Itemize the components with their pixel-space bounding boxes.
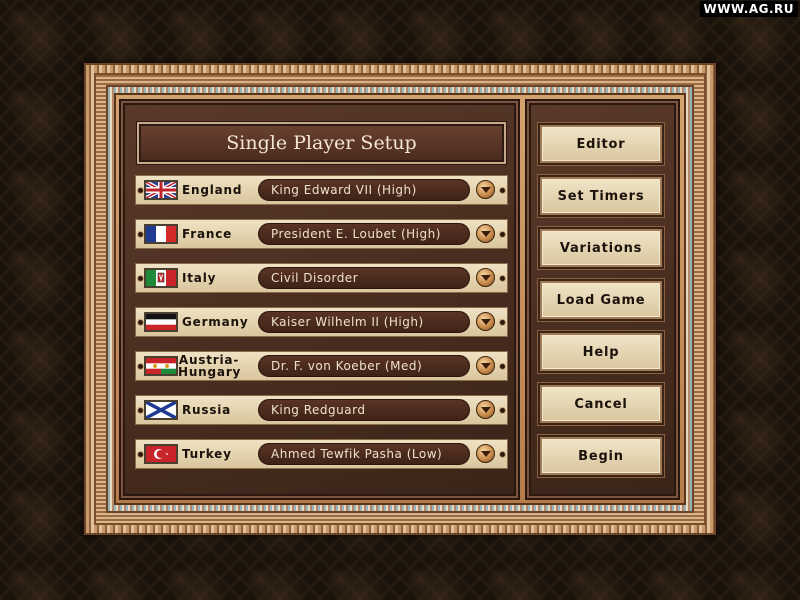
cancel-button-label: Cancel xyxy=(574,396,628,412)
nation-name: France xyxy=(182,227,233,241)
set-timers-button-label: Set Timers xyxy=(557,188,645,204)
nation-row-france: France President E. Loubet (High) xyxy=(135,219,508,249)
set-timers-button[interactable]: Set Timers xyxy=(538,175,664,217)
nation-name: England xyxy=(182,183,243,197)
watermark: WWW.AG.RU xyxy=(699,1,798,17)
italian-flag-icon xyxy=(144,268,178,288)
rivet-icon xyxy=(499,231,506,238)
load-game-button[interactable]: Load Game xyxy=(538,279,664,321)
help-button-label: Help xyxy=(582,344,620,360)
ottoman-crescent-flag-icon xyxy=(144,444,178,464)
leader-select[interactable]: Civil Disorder xyxy=(258,267,470,289)
leader-select[interactable]: President E. Loubet (High) xyxy=(258,223,470,245)
chevron-down-icon[interactable] xyxy=(476,356,495,375)
rivet-icon xyxy=(499,187,506,194)
rivet-icon xyxy=(137,363,144,370)
begin-button-label: Begin xyxy=(578,448,624,464)
editor-button-label: Editor xyxy=(576,136,626,152)
rivet-icon xyxy=(137,187,144,194)
leader-select[interactable]: Ahmed Tewfik Pasha (Low) xyxy=(258,443,470,465)
leader-select[interactable]: Dr. F. von Koeber (Med) xyxy=(258,355,470,377)
rivet-icon xyxy=(499,275,506,282)
rivet-icon xyxy=(137,319,144,326)
nation-name: Germany xyxy=(182,315,249,329)
leader-select[interactable]: King Edward VII (High) xyxy=(258,179,470,201)
rivet-icon xyxy=(499,363,506,370)
leader-select[interactable]: King Redguard xyxy=(258,399,470,421)
rivet-icon xyxy=(499,451,506,458)
chevron-down-icon[interactable] xyxy=(476,268,495,287)
nation-name-line2: Hungary xyxy=(178,365,242,379)
german-empire-flag-icon xyxy=(144,312,178,332)
load-game-button-label: Load Game xyxy=(556,292,646,308)
nation-name: Turkey xyxy=(182,447,232,461)
rivet-icon xyxy=(137,407,144,414)
nation-row-russia: Russia King Redguard xyxy=(135,395,508,425)
rivet-icon xyxy=(137,451,144,458)
nation-row-italy: Italy Civil Disorder xyxy=(135,263,508,293)
leader-select[interactable]: Kaiser Wilhelm II (High) xyxy=(258,311,470,333)
rivet-icon xyxy=(137,275,144,282)
nation-row-germany: Germany Kaiser Wilhelm II (High) xyxy=(135,307,508,337)
chevron-down-icon[interactable] xyxy=(476,444,495,463)
nation-name: Italy xyxy=(182,271,217,285)
title-plate: Single Player Setup xyxy=(137,122,506,164)
chevron-down-icon[interactable] xyxy=(476,180,495,199)
page-title: Single Player Setup xyxy=(226,132,417,154)
austria-hungary-flag-icon xyxy=(144,356,178,376)
rivet-icon xyxy=(499,407,506,414)
french-tricolor-flag-icon xyxy=(144,224,178,244)
editor-button[interactable]: Editor xyxy=(538,123,664,165)
nation-name: Austria- Hungary xyxy=(178,354,240,382)
nation-row-turkey: Turkey Ahmed Tewfik Pasha (Low) xyxy=(135,439,508,469)
begin-button[interactable]: Begin xyxy=(538,435,664,477)
nation-row-england: England King Edward VII (High) xyxy=(135,175,508,205)
chevron-down-icon[interactable] xyxy=(476,400,495,419)
variations-button-label: Variations xyxy=(559,240,643,256)
help-button[interactable]: Help xyxy=(538,331,664,373)
chevron-down-icon[interactable] xyxy=(476,312,495,331)
rivet-icon xyxy=(499,319,506,326)
rivet-icon xyxy=(137,231,144,238)
nation-row-austria-hungary: Austria- Hungary Dr. F. von Koeber (Med) xyxy=(135,351,508,381)
cancel-button[interactable]: Cancel xyxy=(538,383,664,425)
st-andrew-cross-flag-icon xyxy=(144,400,178,420)
nation-name: Russia xyxy=(182,403,232,417)
chevron-down-icon[interactable] xyxy=(476,224,495,243)
union-jack-flag-icon xyxy=(144,180,178,200)
variations-button[interactable]: Variations xyxy=(538,227,664,269)
